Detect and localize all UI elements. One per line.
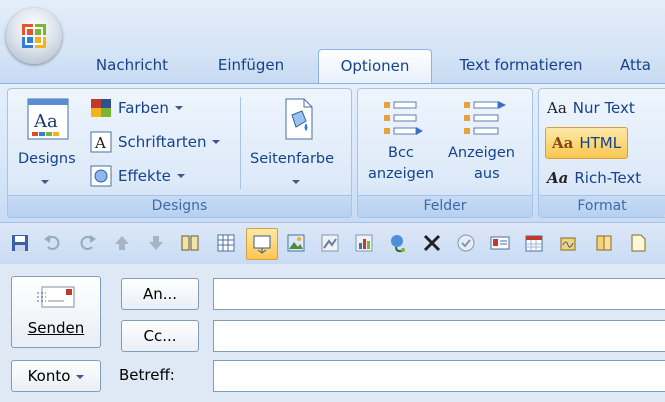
html-label: HTML xyxy=(579,134,622,152)
send-button[interactable]: Senden xyxy=(11,276,101,348)
farben-label: Farben xyxy=(118,99,169,117)
effekte-label: Effekte xyxy=(118,167,171,185)
html-button[interactable]: Aa HTML xyxy=(545,127,629,159)
group-label-format: Format xyxy=(539,195,665,217)
designs-label: Designs xyxy=(18,151,76,167)
picture-icon[interactable] xyxy=(286,233,306,253)
chart-icon[interactable] xyxy=(354,233,374,253)
farben-button[interactable]: Farben xyxy=(90,95,183,121)
calendar-icon[interactable] xyxy=(524,233,544,253)
rich-text-button[interactable]: Aa Rich-Text xyxy=(547,165,641,191)
seitenfarbe-label: Seitenfarbe xyxy=(250,151,335,167)
chevron-down-icon xyxy=(76,374,85,379)
color-palette-icon xyxy=(91,99,111,117)
signature-icon[interactable] xyxy=(558,233,578,253)
bcc-field-icon xyxy=(384,101,423,135)
account-label: Konto xyxy=(27,367,71,385)
tab-einfuegen[interactable]: Einfügen xyxy=(200,49,302,83)
chevron-down-icon xyxy=(176,174,185,178)
bcc-label-line2: anzeigen xyxy=(368,166,434,182)
nur-text-button[interactable]: Aa Nur Text xyxy=(547,95,635,121)
svg-text:Aa: Aa xyxy=(33,111,58,132)
tab-nachricht[interactable]: Nachricht xyxy=(80,49,184,83)
chevron-down-icon xyxy=(174,106,183,110)
office-button[interactable] xyxy=(6,8,62,64)
hyperlink-icon[interactable] xyxy=(388,233,408,253)
schriftarten-label: Schriftarten xyxy=(118,133,207,151)
show-from-icon xyxy=(464,101,506,135)
anzeigen-label-line2: aus xyxy=(474,166,500,182)
delete-x-icon[interactable] xyxy=(422,233,442,253)
designs-icon: Aa xyxy=(27,98,69,140)
anzeigen-label-line1: Anzeigen xyxy=(448,145,515,161)
attach-item-icon[interactable] xyxy=(594,233,614,253)
html-format-icon: Aa xyxy=(552,134,574,152)
subject-label: Betreff: xyxy=(119,366,175,384)
effekte-button[interactable]: Effekte xyxy=(90,163,185,189)
redo-icon[interactable] xyxy=(78,233,98,253)
page-color-icon xyxy=(285,98,313,140)
group-designs: Aa Designs Farben A Schriftarten Effekte… xyxy=(7,88,352,218)
table-icon[interactable] xyxy=(216,233,236,253)
font-icon: A xyxy=(90,131,112,153)
insert-field-icon xyxy=(253,235,271,254)
quick-access-toolbar xyxy=(0,222,665,265)
svg-text:A: A xyxy=(94,134,106,152)
tab-attachments[interactable]: Atta xyxy=(620,49,665,83)
bcc-label-line1: Bcc xyxy=(388,145,414,161)
arrow-down-icon[interactable] xyxy=(146,233,166,253)
seitenfarbe-button[interactable]: Seitenfarbe xyxy=(246,93,346,193)
group-felder: Bcc anzeigen Anzeigen aus Felder xyxy=(357,88,533,218)
tab-optionen[interactable]: Optionen xyxy=(318,49,432,84)
group-separator xyxy=(240,97,241,189)
document-icon[interactable] xyxy=(628,233,648,253)
chevron-down-icon xyxy=(212,140,221,144)
ribbon: Aa Designs Farben A Schriftarten Effekte… xyxy=(0,83,665,223)
chevron-down-icon xyxy=(292,180,300,184)
anzeigen-aus-button[interactable]: Anzeigen aus xyxy=(446,93,528,193)
send-envelope-icon xyxy=(37,286,75,308)
business-card-icon[interactable] xyxy=(490,233,510,253)
to-button[interactable]: An... xyxy=(121,278,199,310)
designs-button[interactable]: Aa Designs xyxy=(12,93,84,193)
compose-header: Senden An... Cc... Konto Betreff: xyxy=(0,264,665,402)
spelling-icon[interactable] xyxy=(456,233,476,253)
cc-field[interactable] xyxy=(213,320,665,352)
insert-field-button-active[interactable] xyxy=(246,228,278,260)
address-book-icon[interactable] xyxy=(180,233,200,253)
group-format: Aa Nur Text Aa HTML Aa Rich-Text Format xyxy=(538,88,665,218)
rich-text-icon: Aa xyxy=(547,169,569,187)
bcc-anzeigen-button[interactable]: Bcc anzeigen xyxy=(362,93,442,193)
clip-art-icon[interactable] xyxy=(320,233,340,253)
save-icon[interactable] xyxy=(10,233,30,253)
to-field[interactable] xyxy=(213,278,665,310)
office-logo-icon xyxy=(22,24,46,48)
undo-icon[interactable] xyxy=(42,233,62,253)
plain-text-icon: Aa xyxy=(547,99,567,117)
title-bar xyxy=(0,0,665,46)
nur-text-label: Nur Text xyxy=(572,99,635,117)
group-label-designs: Designs xyxy=(8,195,351,217)
schriftarten-button[interactable]: A Schriftarten xyxy=(90,129,221,155)
chevron-down-icon xyxy=(41,180,49,184)
effects-icon xyxy=(90,165,112,187)
arrow-up-icon[interactable] xyxy=(112,233,132,253)
send-label: Senden xyxy=(27,319,85,337)
group-label-felder: Felder xyxy=(358,195,532,217)
rich-text-label: Rich-Text xyxy=(574,169,642,187)
cc-button[interactable]: Cc... xyxy=(121,320,199,352)
account-dropdown[interactable]: Konto xyxy=(11,360,101,392)
ribbon-tab-strip: Nachricht Einfügen Optionen Text formati… xyxy=(0,46,665,84)
subject-field[interactable] xyxy=(213,360,665,392)
tab-text-formatieren[interactable]: Text formatieren xyxy=(446,49,596,83)
